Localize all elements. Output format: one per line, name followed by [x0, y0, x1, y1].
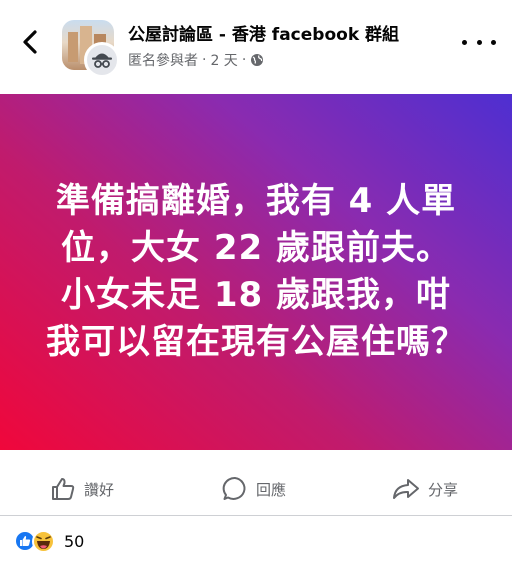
- group-avatar[interactable]: [62, 20, 120, 78]
- reaction-count: 50: [64, 531, 85, 551]
- back-button[interactable]: [16, 28, 44, 56]
- anonymous-avatar-icon: [84, 42, 120, 78]
- comment-label: 回應: [256, 480, 287, 499]
- meta-separator: ·: [202, 52, 207, 68]
- reactions-summary[interactable]: 50: [14, 528, 84, 554]
- post-time[interactable]: 2 天: [210, 50, 237, 70]
- like-button[interactable]: 讚好: [50, 474, 114, 504]
- group-name[interactable]: 公屋討論區 - 香港 facebook 群組: [128, 20, 399, 45]
- author-name[interactable]: 匿名參與者: [128, 50, 198, 70]
- globe-icon: [251, 54, 264, 66]
- meta-separator: ·: [241, 52, 247, 68]
- share-arrow-icon: [393, 479, 419, 499]
- haha-reaction-icon: [32, 530, 55, 553]
- post-text: 準備搞離婚，我有 4 人單位，大女 22 歲跟前夫。小女未足 18 歲跟我，咁我…: [46, 181, 466, 362]
- action-bar: 讚好 回應 分享: [0, 462, 512, 516]
- post-header: 公屋討論區 - 香港 facebook 群組 匿名參與者 · 2 天 ·: [0, 0, 512, 92]
- post-meta: 匿名參與者 · 2 天 ·: [128, 50, 264, 70]
- comment-button[interactable]: 回應: [222, 474, 286, 504]
- post-background-banner[interactable]: 準備搞離婚，我有 4 人單位，大女 22 歲跟前夫。小女未足 18 歲跟我，咁我…: [0, 94, 512, 450]
- like-label: 讚好: [84, 480, 115, 499]
- reaction-icons: [14, 528, 62, 554]
- chevron-left-icon: [23, 30, 37, 54]
- share-label: 分享: [428, 480, 459, 499]
- divider: [0, 515, 512, 516]
- comment-bubble-icon: [222, 476, 246, 500]
- more-dots-icon: [462, 39, 467, 45]
- more-options-button[interactable]: [462, 32, 496, 52]
- share-button[interactable]: 分享: [392, 474, 458, 504]
- thumbs-up-icon: [52, 478, 75, 500]
